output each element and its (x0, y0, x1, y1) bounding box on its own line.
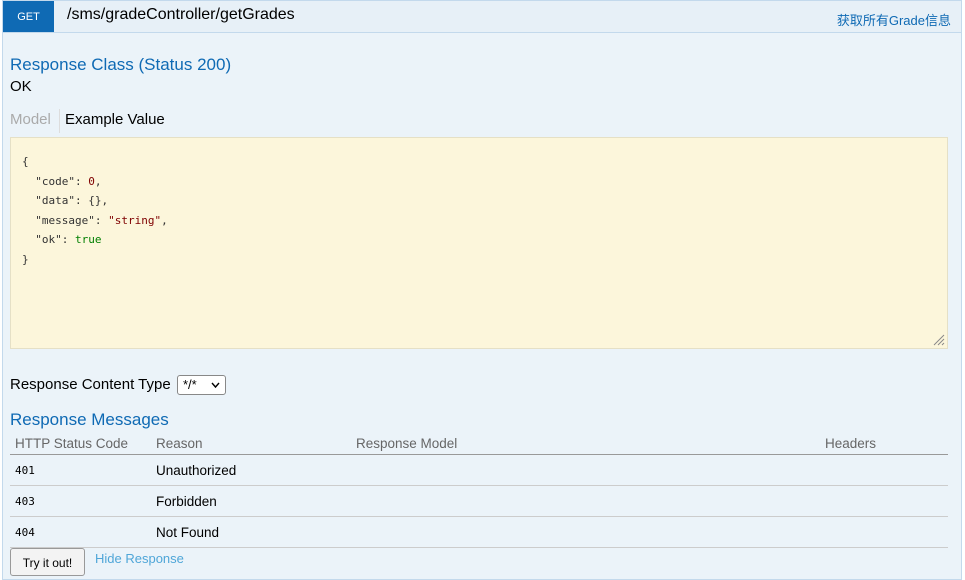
column-header: Reason (151, 433, 351, 455)
hide-response-link[interactable]: Hide Response (95, 551, 184, 566)
headers-cell (820, 485, 948, 517)
json-key: "message" (35, 213, 95, 227)
model-cell (351, 454, 820, 486)
json-close-brace: } (22, 252, 29, 266)
json-key: "code" (35, 174, 75, 188)
response-class-title: Response Class (Status 200) (10, 55, 232, 74)
model-cell (351, 485, 820, 517)
resize-handle-icon[interactable] (933, 334, 945, 346)
tab-divider (59, 109, 60, 133)
tab-model[interactable]: Model (10, 111, 51, 128)
headers-cell (820, 516, 948, 548)
status-code-cell: 401 (10, 454, 151, 486)
operation-header[interactable]: GET /sms/gradeController/getGrades 获取所有G… (3, 1, 961, 33)
reason-cell: Not Found (151, 516, 351, 548)
json-value: 0 (88, 174, 95, 188)
response-class-description: OK (10, 78, 32, 95)
json-value: true (75, 233, 102, 246)
json-value: "string" (108, 213, 162, 227)
table-row: 403 Forbidden (10, 485, 948, 517)
json-key: "data" (35, 194, 75, 207)
status-code-cell: 404 (10, 516, 151, 548)
operation-summary[interactable]: 获取所有Grade信息 (837, 10, 951, 29)
table-row: 404 Not Found (10, 516, 948, 548)
response-content-type-label: Response Content Type (10, 376, 171, 393)
json-open-brace: { (22, 155, 29, 168)
headers-cell (820, 454, 948, 486)
example-json: { "code": 0, "data": {}, "message": "str… (22, 155, 168, 266)
response-messages-title: Response Messages (10, 410, 169, 429)
json-key: "ok" (35, 233, 62, 246)
select-value: */* (183, 377, 197, 392)
json-value: {} (88, 194, 102, 207)
http-method-badge[interactable]: GET (3, 1, 54, 32)
status-code-cell: 403 (10, 485, 151, 517)
table-header-row: HTTP Status Code Reason Response Model H… (10, 433, 948, 455)
response-content-type-select[interactable]: */* (177, 375, 226, 395)
reason-cell: Forbidden (151, 485, 351, 517)
example-value-box[interactable]: { "code": 0, "data": {}, "message": "str… (10, 137, 948, 349)
tab-example-value[interactable]: Example Value (65, 111, 165, 128)
reason-cell: Unauthorized (151, 454, 351, 486)
table-row: 401 Unauthorized (10, 454, 948, 486)
model-cell (351, 516, 820, 548)
column-header: Response Model (351, 433, 820, 455)
chevron-down-icon (211, 376, 220, 401)
response-messages-table: HTTP Status Code Reason Response Model H… (10, 433, 948, 548)
operation-path[interactable]: /sms/gradeController/getGrades (67, 6, 295, 24)
column-header: HTTP Status Code (10, 433, 151, 455)
column-header: Headers (820, 433, 948, 455)
try-it-out-button[interactable]: Try it out! (10, 548, 85, 576)
